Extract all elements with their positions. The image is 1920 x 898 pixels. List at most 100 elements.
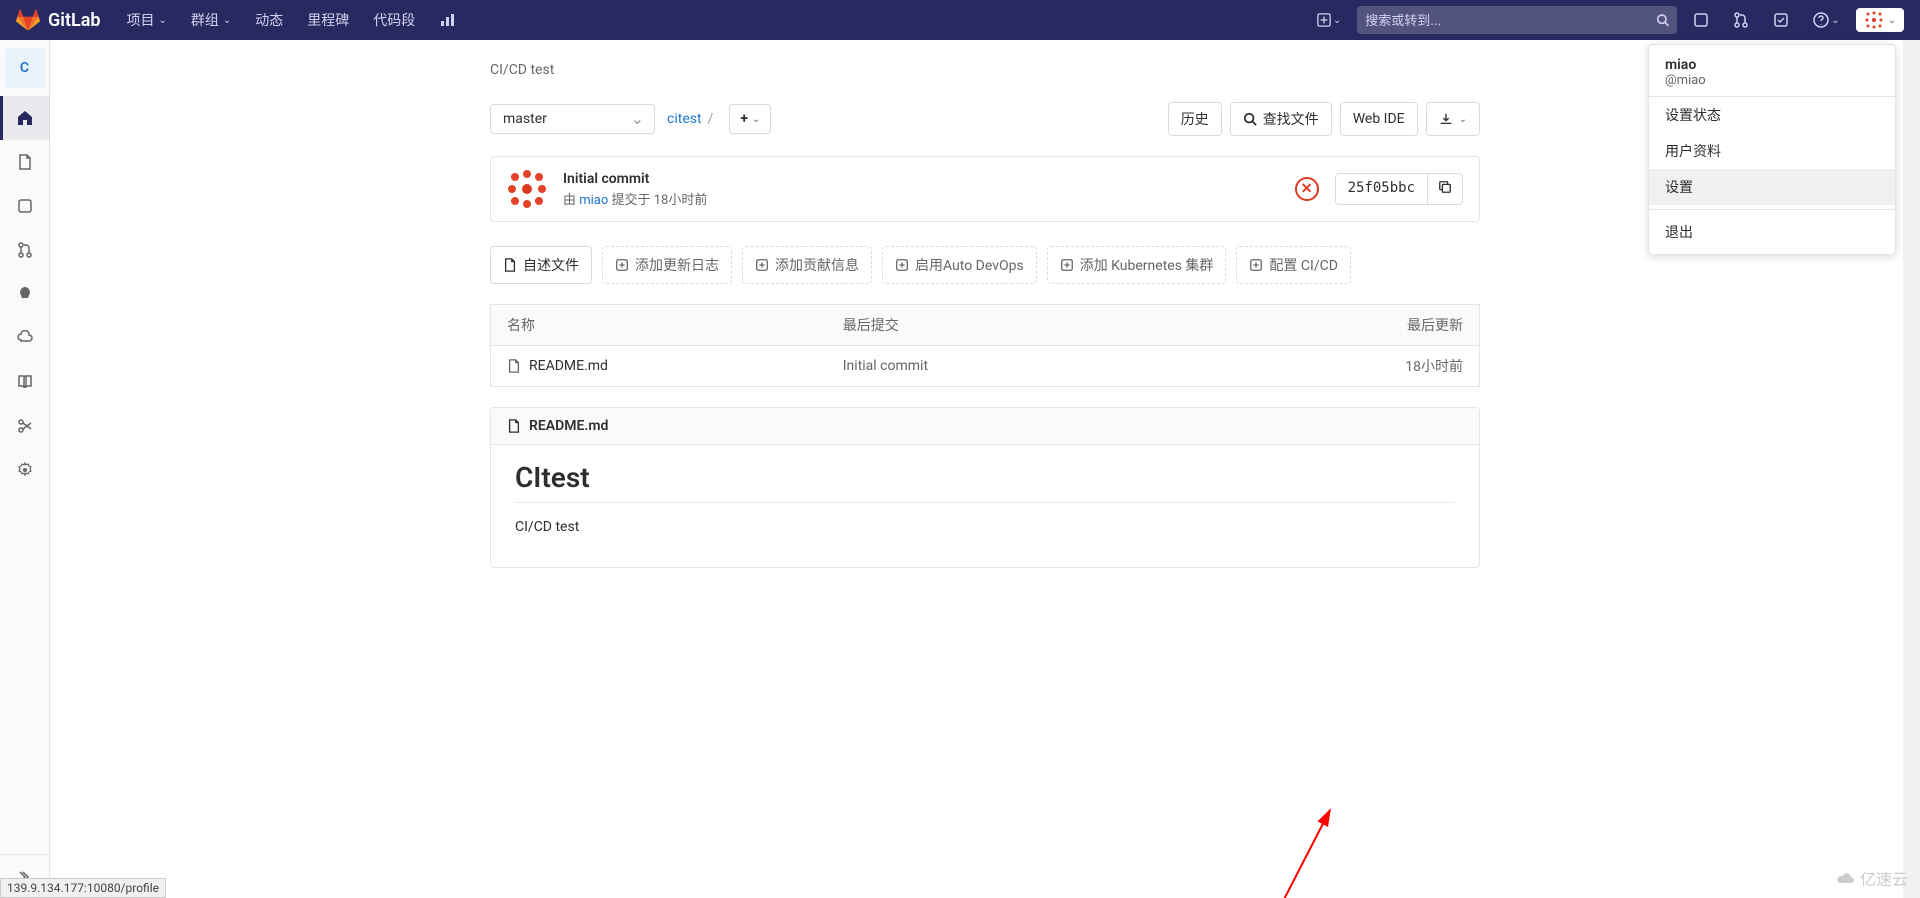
col-last-update: 最后更新 xyxy=(1321,305,1479,346)
plus-menu[interactable]: ⌄ xyxy=(1309,7,1349,33)
sidebar-snippets[interactable] xyxy=(0,404,50,448)
project-avatar[interactable]: C xyxy=(5,48,45,88)
scissors-icon xyxy=(17,418,33,434)
menu-divider xyxy=(1649,209,1895,210)
nav-snippets[interactable]: 代码段 xyxy=(363,4,425,36)
sidebar-issues[interactable] xyxy=(0,184,50,228)
readme-body: CI/CD test xyxy=(515,519,1455,535)
sidebar-wiki[interactable] xyxy=(0,360,50,404)
sidebar-home[interactable] xyxy=(0,96,50,140)
readme-header: README.md xyxy=(491,408,1479,445)
merge-requests-icon[interactable] xyxy=(1725,6,1757,34)
commit-title[interactable]: Initial commit xyxy=(563,171,1279,187)
add-changelog-button[interactable]: 添加更新日志 xyxy=(602,246,732,284)
sidebar-cicd[interactable] xyxy=(0,272,50,316)
col-last-commit: 最后提交 xyxy=(827,305,1322,346)
nav-links: 项目⌄ 群组⌄ 动态 里程碑 代码段 xyxy=(117,4,466,36)
search-icon xyxy=(1656,13,1669,27)
setup-cicd-button[interactable]: 配置 CI/CD xyxy=(1236,246,1350,284)
menu-profile[interactable]: 用户资料 xyxy=(1649,133,1895,169)
find-file-button[interactable]: 查找文件 xyxy=(1230,102,1332,136)
add-to-tree-button[interactable]: +⌄ xyxy=(729,104,771,134)
file-icon xyxy=(17,154,33,170)
menu-settings[interactable]: 设置 xyxy=(1649,169,1895,205)
search-input[interactable] xyxy=(1365,13,1656,28)
col-name: 名称 xyxy=(491,305,827,346)
merge-icon xyxy=(17,242,33,258)
gitlab-logo[interactable]: GitLab xyxy=(16,8,101,32)
file-icon xyxy=(507,419,521,433)
menu-set-status[interactable]: 设置状态 xyxy=(1649,97,1895,133)
search-icon xyxy=(1243,112,1257,126)
main-content: CI/CD test master citest / +⌄ 历史 查找文件 We… xyxy=(320,40,1600,592)
user-handle: @miao xyxy=(1665,73,1879,88)
issues-icon[interactable] xyxy=(1685,6,1717,34)
vertical-scrollbar[interactable] xyxy=(1903,0,1920,898)
nav-milestones[interactable]: 里程碑 xyxy=(297,4,359,36)
tanuki-icon xyxy=(16,8,40,32)
add-contributing-button[interactable]: 添加贡献信息 xyxy=(742,246,872,284)
sidebar-settings[interactable] xyxy=(0,448,50,492)
table-row[interactable]: README.md Initial commit 18小时前 xyxy=(491,346,1480,387)
copy-sha-button[interactable] xyxy=(1428,173,1463,205)
sidebar-merge-requests[interactable] xyxy=(0,228,50,272)
todos-icon[interactable] xyxy=(1765,6,1797,34)
user-dropdown: miao @miao 设置状态 用户资料 设置 退出 xyxy=(1648,44,1896,255)
commit-author-link[interactable]: miao xyxy=(579,193,608,208)
file-tree-table: 名称 最后提交 最后更新 README.md Initial commit 18… xyxy=(490,304,1480,387)
gear-icon xyxy=(17,462,33,478)
cloud-icon xyxy=(1836,871,1856,885)
readme-viewer: README.md CItest CI/CD test xyxy=(490,407,1480,568)
search-box[interactable] xyxy=(1357,6,1677,34)
left-sidebar: C xyxy=(0,40,50,898)
annotation-arrow xyxy=(0,592,1920,898)
nav-activity[interactable]: 动态 xyxy=(245,4,293,36)
plus-square-icon xyxy=(615,258,629,272)
issues-icon xyxy=(17,198,33,214)
commit-time: 18小时前 xyxy=(654,193,708,208)
menu-logout[interactable]: 退出 xyxy=(1649,214,1895,250)
pipeline-status-failed[interactable]: ✕ xyxy=(1295,177,1319,201)
file-icon xyxy=(503,258,517,272)
plus-square-icon xyxy=(755,258,769,272)
help-icon[interactable]: ⌄ xyxy=(1805,6,1847,34)
commit-sha[interactable]: 25f05bbc xyxy=(1335,173,1428,205)
brand-text: GitLab xyxy=(48,10,101,31)
nav-groups[interactable]: 群组⌄ xyxy=(181,4,241,36)
nav-analytics-icon[interactable] xyxy=(429,4,465,36)
history-button[interactable]: 历史 xyxy=(1168,102,1222,136)
readme-button[interactable]: 自述文件 xyxy=(490,246,592,284)
sidebar-repository[interactable] xyxy=(0,140,50,184)
user-name: miao xyxy=(1665,57,1879,73)
file-icon xyxy=(507,359,521,373)
book-icon xyxy=(17,374,33,390)
user-dropdown-header: miao @miao xyxy=(1649,49,1895,97)
branch-select[interactable]: master xyxy=(490,104,655,134)
top-navbar: GitLab 项目⌄ 群组⌄ 动态 里程碑 代码段 ⌄ ⌄ xyxy=(0,0,1920,40)
rocket-icon xyxy=(17,286,33,302)
copy-icon xyxy=(1438,180,1452,194)
sidebar-operations[interactable] xyxy=(0,316,50,360)
commit-author-avatar[interactable] xyxy=(507,169,547,209)
breadcrumb-root[interactable]: citest xyxy=(667,111,702,127)
browser-status-bar: 139.9.134.177:10080/profile xyxy=(0,878,166,898)
plus-square-icon xyxy=(1249,258,1263,272)
plus-square-icon xyxy=(895,258,909,272)
last-commit: Initial commit 由 miao 提交于 18小时前 ✕ 25f05b… xyxy=(490,156,1480,222)
watermark: 亿速云 xyxy=(1836,866,1908,890)
user-menu-toggle[interactable]: ⌄ xyxy=(1856,8,1904,32)
download-icon xyxy=(1439,112,1453,126)
commit-meta: 由 miao 提交于 18小时前 xyxy=(563,189,1279,208)
tree-controls: master citest / +⌄ 历史 查找文件 Web IDE ⌄ xyxy=(490,102,1480,136)
add-kubernetes-button[interactable]: 添加 Kubernetes 集群 xyxy=(1047,246,1227,284)
plus-square-icon xyxy=(1060,258,1074,272)
file-link[interactable]: README.md xyxy=(507,358,811,374)
download-button[interactable]: ⌄ xyxy=(1426,102,1480,136)
nav-projects[interactable]: 项目⌄ xyxy=(117,4,177,36)
row-commit[interactable]: Initial commit xyxy=(827,346,1322,387)
row-updated: 18小时前 xyxy=(1321,346,1479,387)
web-ide-button[interactable]: Web IDE xyxy=(1340,102,1418,136)
breadcrumb-separator: / xyxy=(708,111,714,127)
user-avatar-icon xyxy=(1864,10,1884,30)
enable-autodevops-button[interactable]: 启用Auto DevOps xyxy=(882,246,1037,284)
